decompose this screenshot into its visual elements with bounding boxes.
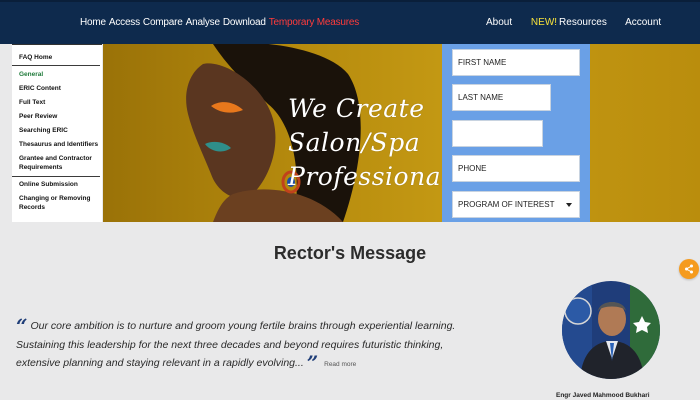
rector-message-title: Rector's Message [273, 243, 427, 263]
rector-name: Engr Javed Mahmood Bukhari [556, 392, 650, 399]
last-name-field[interactable]: LAST NAME [452, 84, 551, 111]
hero-line-1: We Create [288, 94, 425, 123]
open-quote-icon: “ [16, 314, 28, 338]
sidebar-item-peer-review[interactable]: Peer Review [19, 112, 101, 121]
nav-account-link[interactable]: Account [625, 17, 661, 28]
hero-line-3: Professionals [288, 162, 463, 191]
nav-access-link[interactable]: Access [109, 17, 140, 28]
program-select-label: PROGRAM OF INTEREST [458, 200, 555, 209]
new-badge: NEW! [530, 17, 558, 28]
rector-quote-line-1: “ Our core ambition is to nurture and gr… [16, 316, 456, 336]
share-icon [685, 264, 693, 274]
chevron-down-icon [566, 203, 572, 207]
sidebar-item-thesaurus[interactable]: Thesaurus and Identifiers [19, 140, 101, 149]
secondary-nav: About NEW! Resources Account [486, 17, 677, 28]
nav-temporary-measures-link[interactable]: Temporary Measures [269, 17, 360, 28]
nav-analyse-link[interactable]: Analyse [186, 17, 220, 28]
sidebar-item-full-text[interactable]: Full Text [19, 98, 101, 107]
rector-portrait [562, 281, 660, 379]
nav-about-link[interactable]: About [486, 17, 512, 28]
first-name-field[interactable]: FIRST NAME [452, 49, 580, 76]
close-quote-icon: ” [306, 351, 319, 375]
rector-quote-line-2: Sustaining this leadership for the next … [16, 339, 444, 351]
sidebar-item-general[interactable]: General [19, 70, 101, 79]
sidebar-divider [12, 176, 100, 177]
hero-banner: We Create Salon/Spa Professionals [103, 44, 700, 222]
nav-resources-link[interactable]: NEW! Resources [531, 17, 607, 28]
quote-text-1: Our core ambition is to nurture and groo… [30, 320, 456, 332]
faq-sidebar: FAQ Home General ERIC Content Full Text … [12, 44, 102, 222]
enquiry-form-panel: FIRST NAME LAST NAME PHONE PROGRAM OF IN… [442, 44, 590, 222]
nav-resources-label: Resources [559, 17, 607, 28]
sidebar-item-online-submission[interactable]: Online Submission [19, 180, 101, 189]
share-button[interactable] [679, 259, 699, 279]
sidebar-item-grantee-requirements[interactable]: Grantee and Contractor Requirements [19, 154, 95, 172]
sidebar-item-changing-records[interactable]: Changing or Removing Records [19, 194, 99, 212]
sidebar-divider [12, 65, 100, 66]
program-of-interest-select[interactable]: PROGRAM OF INTEREST [452, 191, 580, 218]
hero-headline: We Create Salon/Spa Professionals [288, 92, 463, 194]
blank-input-field[interactable] [452, 120, 543, 147]
hero-line-2: Salon/Spa [288, 128, 421, 157]
rector-quote-line-3: extensive planning and staying relevant … [16, 353, 356, 373]
main-nav: Home Access Compare Analyse Download Temporar… [80, 17, 359, 28]
nav-compare-link[interactable]: Compare [143, 17, 183, 28]
nav-home-link[interactable]: Home [80, 17, 106, 28]
read-more-link[interactable]: Read more [324, 361, 356, 368]
sidebar-item-eric-content[interactable]: ERIC Content [19, 84, 101, 93]
phone-field[interactable]: PHONE [452, 155, 580, 182]
quote-text-3: extensive planning and staying relevant … [16, 357, 304, 369]
top-nav-bar: Home Access Compare Analyse Download Temporar… [0, 0, 700, 44]
sidebar-item-faq-home[interactable]: FAQ Home [19, 53, 101, 62]
rector-photo [562, 281, 660, 379]
sidebar-item-searching-eric[interactable]: Searching ERIC [19, 126, 101, 135]
nav-download-link[interactable]: Download [223, 17, 266, 28]
